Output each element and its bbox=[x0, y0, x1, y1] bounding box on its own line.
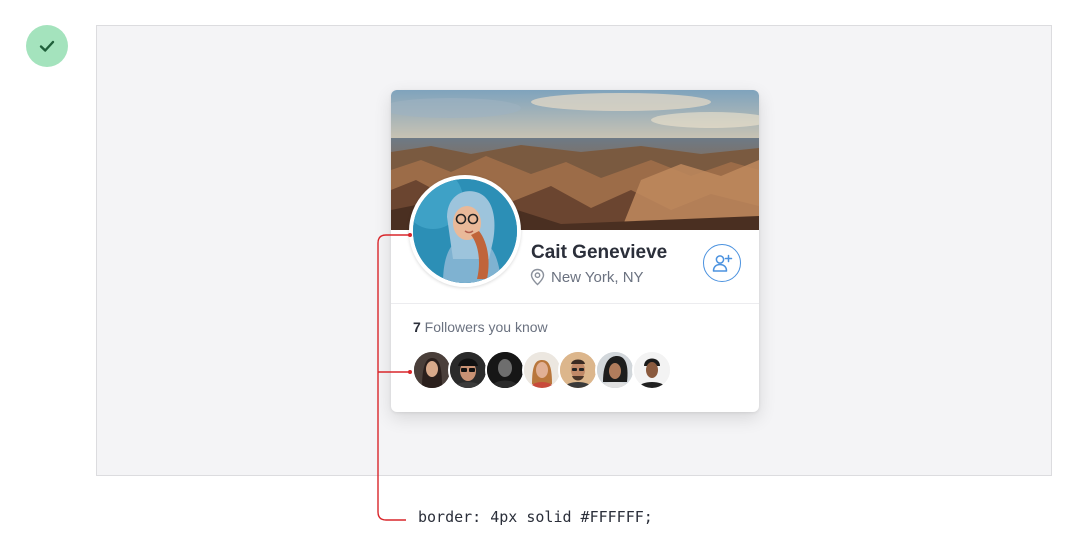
annotation-code: border: 4px solid #FFFFFF; bbox=[418, 508, 653, 526]
follower-avatar[interactable] bbox=[558, 350, 598, 390]
check-badge bbox=[26, 25, 68, 67]
follower-avatar[interactable] bbox=[412, 350, 452, 390]
follower-avatars bbox=[412, 350, 682, 392]
profile-location: New York, NY bbox=[529, 268, 644, 286]
follow-button[interactable] bbox=[703, 244, 741, 282]
location-pin-icon bbox=[530, 268, 545, 286]
follower-avatar[interactable] bbox=[595, 350, 635, 390]
check-icon bbox=[39, 40, 55, 52]
profile-name: Cait Genevieve bbox=[531, 242, 668, 263]
profile-avatar[interactable] bbox=[409, 175, 521, 287]
followers-label: Followers you know bbox=[420, 319, 548, 335]
follower-avatar[interactable] bbox=[632, 350, 672, 390]
avatar-photo bbox=[413, 179, 517, 283]
follower-avatar[interactable] bbox=[522, 350, 562, 390]
follower-avatar[interactable] bbox=[485, 350, 525, 390]
follower-avatar[interactable] bbox=[448, 350, 488, 390]
card-divider bbox=[391, 303, 759, 304]
followers-summary: 7 Followers you know bbox=[413, 319, 548, 335]
followers-count: 7 bbox=[413, 319, 421, 335]
add-user-icon bbox=[712, 254, 733, 272]
location-text: New York, NY bbox=[551, 268, 644, 286]
